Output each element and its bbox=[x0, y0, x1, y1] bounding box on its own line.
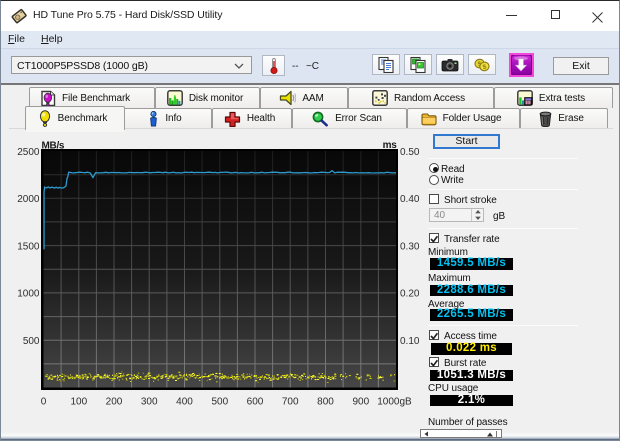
svg-text:700: 700 bbox=[282, 397, 299, 408]
svg-text:2000: 2000 bbox=[17, 194, 40, 205]
svg-text:100: 100 bbox=[70, 397, 87, 408]
svg-text:ms: ms bbox=[383, 140, 398, 151]
svg-text:300: 300 bbox=[141, 397, 158, 408]
svg-text:800: 800 bbox=[317, 397, 334, 408]
svg-text:0: 0 bbox=[41, 397, 47, 408]
svg-text:600: 600 bbox=[247, 397, 264, 408]
svg-text:500: 500 bbox=[23, 336, 40, 347]
svg-text:1000gB: 1000gB bbox=[377, 397, 412, 408]
svg-text:1500: 1500 bbox=[17, 241, 40, 252]
svg-text:0.30: 0.30 bbox=[400, 241, 420, 252]
svg-text:1000: 1000 bbox=[17, 289, 40, 300]
svg-text:400: 400 bbox=[176, 397, 193, 408]
svg-text:0.10: 0.10 bbox=[400, 336, 420, 347]
svg-text:500: 500 bbox=[211, 397, 228, 408]
svg-text:MB/s: MB/s bbox=[42, 141, 65, 152]
svg-text:2500: 2500 bbox=[17, 147, 40, 158]
svg-text:0.40: 0.40 bbox=[400, 194, 420, 205]
svg-text:0.20: 0.20 bbox=[400, 289, 420, 300]
svg-text:200: 200 bbox=[106, 397, 123, 408]
svg-text:0.50: 0.50 bbox=[400, 147, 420, 158]
svg-text:900: 900 bbox=[352, 397, 369, 408]
